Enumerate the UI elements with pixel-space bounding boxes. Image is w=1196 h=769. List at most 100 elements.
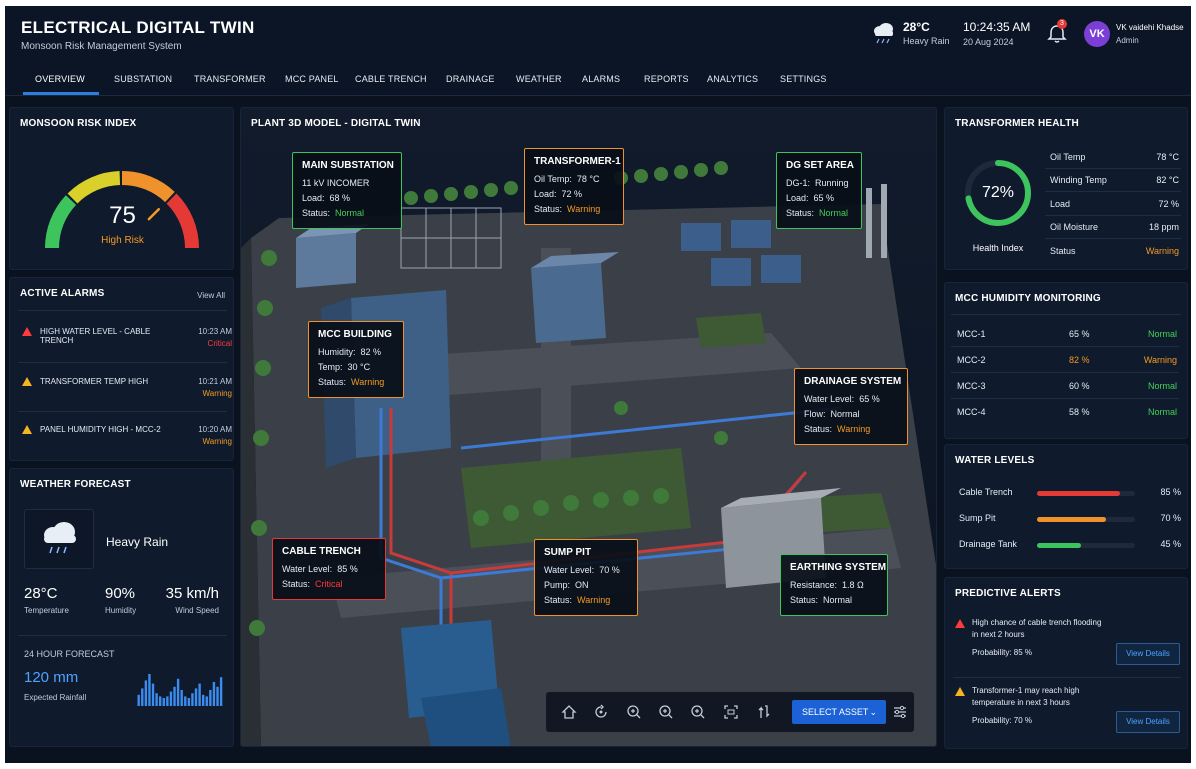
tag-title: EARTHING SYSTEM [790,562,887,573]
header-clock: 10:24:35 AM 20 Aug 2024 [963,20,1030,47]
zoom-in-icon[interactable] [690,704,706,720]
view-details-button[interactable]: View Details [1116,711,1180,733]
drainage-channel [421,688,511,746]
tab-substation[interactable]: SUBSTATION [114,74,172,84]
rainfall-bar [209,690,212,706]
header-temperature: 28°C [903,20,930,34]
tag-sump-pit[interactable]: SUMP PIT Water Level: 70 % Pump: ON Stat… [534,539,638,616]
rainfall-bar [148,674,151,706]
rainfall-bar [159,696,162,706]
health-status: Warning [1145,246,1179,256]
tab-alarms[interactable]: ALARMS [582,74,620,84]
health-row-label: Winding Temp [1050,175,1107,185]
alert-probability: Probability: 85 % [972,648,1033,657]
forecast-wind-label: Wind Speed [175,606,219,615]
health-row-value: 82 °C [1156,175,1179,185]
table-row: MCC-3 60 % Normal [951,373,1179,399]
rainfall-bar [219,677,223,706]
mcc-name: MCC-1 [957,329,986,339]
avatar[interactable]: VK [1084,21,1110,47]
view-controls-bar: SELECT ASSET ⌄ [546,692,914,732]
tag-mcc-building[interactable]: MCC BUILDING Humidity: 82 % Temp: 30 °C … [308,321,404,398]
gauge-segment-yellow [67,171,121,204]
header-time: 10:24:35 AM [963,20,1031,34]
zoom-in-icon[interactable] [658,704,674,720]
tab-drainage[interactable]: DRAINAGE [446,74,495,84]
tag-title: DRAINAGE SYSTEM [804,376,902,387]
tag-dg-set-area[interactable]: DG SET AREA DG-1: Running Load: 65 % Sta… [776,152,862,229]
alert-line: in next 2 hours [972,630,1025,639]
chevron-down-icon: ⌄ [869,707,877,717]
sliders-icon[interactable] [892,704,908,720]
select-asset-label: SELECT ASSET [802,707,869,717]
forecast-temperature-label: Temperature [24,606,69,615]
app-title: ELECTRICAL DIGITAL TWIN [21,18,255,37]
select-asset-dropdown[interactable]: SELECT ASSET ⌄ [792,700,886,724]
tag-title: MCC BUILDING [318,329,392,340]
divider [18,362,227,363]
water-level-track [1037,517,1135,522]
view-details-button[interactable]: View Details [1116,643,1180,665]
water-level-label: Drainage Tank [959,539,1017,549]
mcc-name: MCC-3 [957,381,986,391]
tag-status: Critical [315,579,343,589]
rainfall-bar [141,688,144,706]
cloud-rain-icon [874,23,893,44]
tag-label: Status: [534,204,563,214]
tab-overview[interactable]: OVERVIEW [35,74,85,84]
alarm-item[interactable]: TRANSFORMER TEMP HIGH 10:21 AM Warning [22,375,232,411]
risk-label: High Risk [101,235,144,246]
alarm-time: 10:21 AM [198,377,232,386]
health-row-label: Status [1050,246,1076,256]
tab-transformer[interactable]: TRANSFORMER [194,74,266,84]
mcc-status: Normal [1147,329,1177,339]
risk-value: 75 [109,202,136,229]
fit-screen-icon[interactable] [723,704,739,720]
tab-weather[interactable]: WEATHER [516,74,562,84]
tag-cable-trench[interactable]: CABLE TRENCH Water Level: 85 % Status: C… [272,538,386,600]
tag-label: DG-1: [786,178,811,188]
zoom-in-icon[interactable] [626,704,642,720]
active-alarms-panel: ACTIVE ALARMS View All HIGH WATER LEVEL … [9,277,234,461]
water-level-value: 85 % [1160,487,1181,497]
water-level-value: 45 % [1160,539,1181,549]
tag-main-substation[interactable]: MAIN SUBSTATION 11 kV INCOMER Load: 68 %… [292,152,402,229]
tab-reports[interactable]: REPORTS [644,74,689,84]
tab-mcc-panel[interactable]: MCC PANEL [285,74,339,84]
alarm-severity: Critical [207,339,232,348]
divider [18,411,227,412]
water-level-value: 70 % [1160,513,1181,523]
water-level-bar [1037,543,1082,548]
tag-label: Load: [534,189,557,199]
risk-index-panel: MONSOON RISK INDEX 75 High Risk [9,107,234,270]
alert-line: temperature in next 3 hours [972,698,1070,707]
home-icon[interactable] [561,704,577,720]
forecast-humidity: 90% [105,585,136,602]
active-tab-indicator [23,92,99,95]
tab-analytics[interactable]: ANALYTICS [707,74,758,84]
tab-settings[interactable]: SETTINGS [780,74,827,84]
alarm-item[interactable]: HIGH WATER LEVEL - CABLE TRENCH 10:23 AM… [22,325,232,361]
reset-view-icon[interactable] [756,704,772,720]
alarm-item[interactable]: PANEL HUMIDITY HIGH - MCC-2 10:20 AM War… [22,423,232,459]
tag-transformer-1[interactable]: TRANSFORMER-1 Oil Temp: 78 °C Load: 72 %… [524,148,624,225]
tag-earthing-system[interactable]: EARTHING SYSTEM Resistance: 1.8 Ω Status… [780,554,888,616]
tag-label: Status: [318,377,347,387]
user-name[interactable]: VK vaidehi Khadse [1116,23,1184,32]
divider [1045,191,1181,192]
tag-status: Warning [351,377,385,387]
weather-icon-box [24,509,94,569]
tag-label: Pump: [544,580,571,590]
tag-drainage-system[interactable]: DRAINAGE SYSTEM Water Level: 65 % Flow: … [794,368,908,445]
water-level-label: Sump Pit [959,513,996,523]
rainfall-bar [191,693,194,706]
rotate-icon[interactable] [593,704,609,720]
tab-cable-trench[interactable]: CABLE TRENCH [355,74,427,84]
substation-building [296,233,356,288]
alarm-time: 10:23 AM [198,327,232,336]
water-level-track [1037,491,1135,496]
tag-label: Resistance: [790,580,838,590]
rainfall-bar [194,688,198,706]
divider [953,677,1181,678]
view-all-link[interactable]: View All [197,291,225,300]
